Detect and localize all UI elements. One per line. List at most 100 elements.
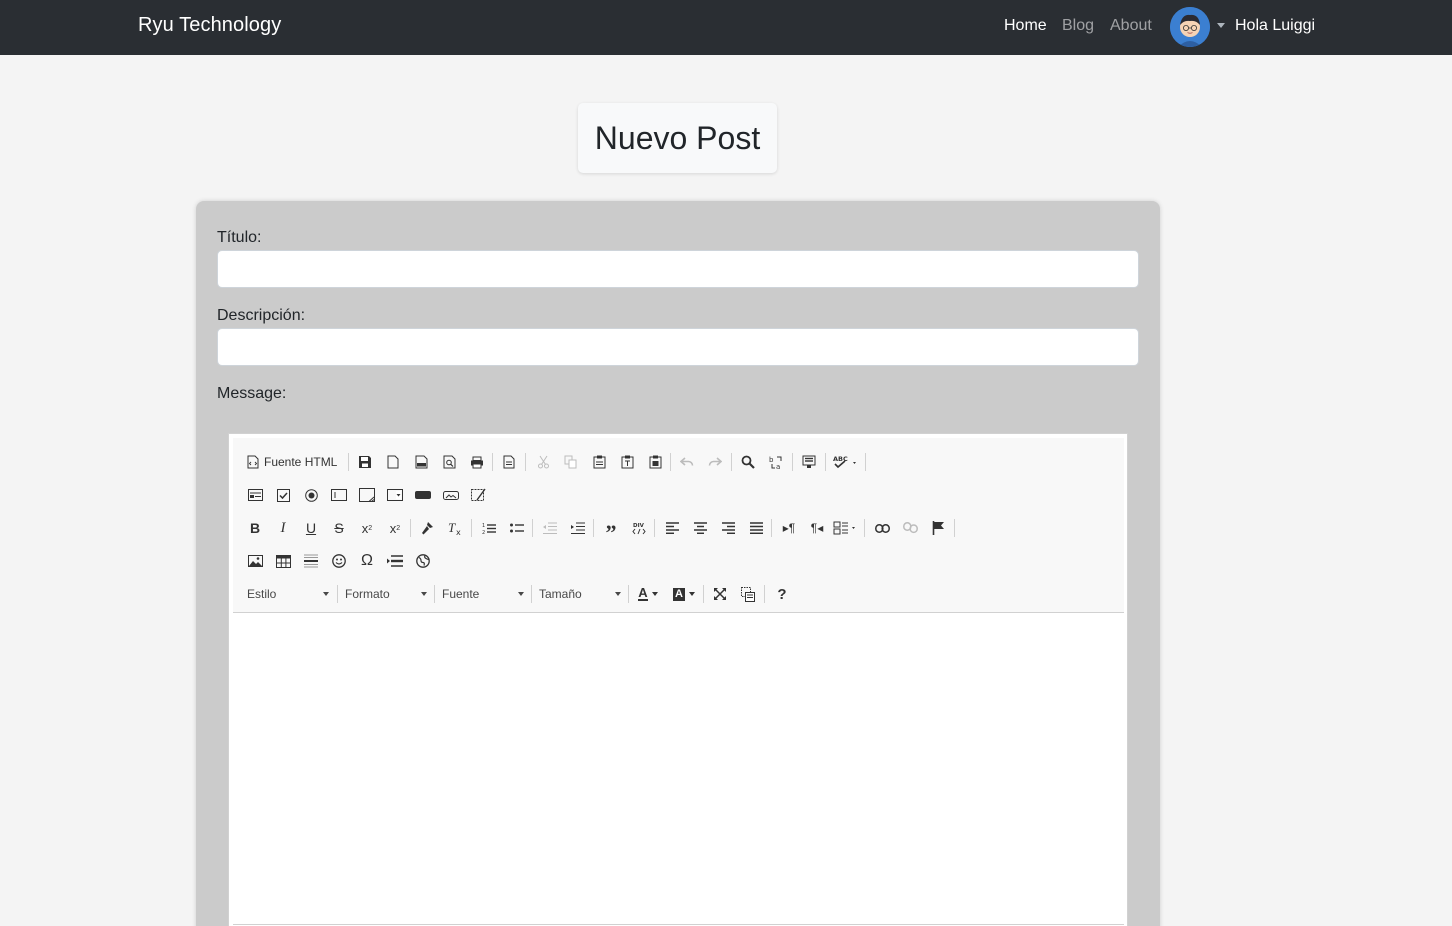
toolbar-separator (670, 453, 671, 471)
title-input[interactable] (217, 250, 1139, 288)
source-icon (247, 455, 259, 469)
description-input[interactable] (217, 328, 1139, 366)
format-combo[interactable]: Formato (345, 582, 431, 606)
brand-link[interactable]: Ryu Technology (138, 14, 281, 37)
form-icon[interactable] (243, 483, 267, 507)
remove-format-icon[interactable]: Tx (443, 516, 467, 540)
redo-icon[interactable] (703, 450, 727, 474)
button-field-icon[interactable] (411, 483, 435, 507)
toolbar-separator (525, 453, 526, 471)
toolbar-separator (954, 519, 955, 537)
radio-icon[interactable] (299, 483, 323, 507)
toolbar-separator (703, 585, 704, 603)
page-title-box: Nuevo Post (578, 103, 777, 173)
toolbar-separator (771, 519, 772, 537)
background-color-button[interactable]: A (669, 582, 699, 606)
underline-icon[interactable]: U (299, 516, 323, 540)
navbar: Ryu Technology Home Blog About Hola Luig… (0, 0, 1452, 55)
maximize-icon[interactable] (708, 582, 732, 606)
toolbar-separator (532, 519, 533, 537)
image-button-icon[interactable] (439, 483, 463, 507)
align-right-icon[interactable] (716, 516, 740, 540)
special-char-icon[interactable]: Ω (355, 549, 379, 573)
format-combo-label: Formato (345, 587, 390, 601)
numbered-list-icon[interactable]: 12 (477, 516, 501, 540)
toolbar-separator (825, 453, 826, 471)
subscript-icon[interactable]: x2 (355, 516, 379, 540)
link-icon[interactable] (870, 516, 894, 540)
paste-text-icon[interactable] (615, 450, 639, 474)
chevron-down-icon (651, 592, 658, 596)
svg-text:2: 2 (482, 530, 485, 535)
new-page-icon[interactable] (381, 450, 405, 474)
textarea-icon[interactable] (355, 483, 379, 507)
blockquote-icon[interactable]: ” (599, 516, 623, 543)
print-icon[interactable] (465, 450, 489, 474)
text-field-icon[interactable] (327, 483, 351, 507)
select-field-icon[interactable] (383, 483, 407, 507)
iframe-globe-icon[interactable] (411, 549, 435, 573)
paste-icon[interactable] (587, 450, 611, 474)
cut-icon[interactable] (531, 450, 555, 474)
language-icon[interactable] (831, 516, 861, 540)
bulleted-list-icon[interactable] (505, 516, 529, 540)
bold-icon[interactable]: B (243, 516, 267, 540)
undo-icon[interactable] (675, 450, 699, 474)
chevron-down-icon (421, 592, 427, 596)
user-menu-label[interactable]: Hola Luiggi (1235, 17, 1315, 35)
templates-icon[interactable] (497, 450, 521, 474)
avatar[interactable] (1170, 7, 1210, 47)
nav-link-blog[interactable]: Blog (1062, 17, 1094, 35)
paste-word-icon[interactable] (643, 450, 667, 474)
size-combo[interactable]: Tamaño (539, 582, 625, 606)
nav-link-about[interactable]: About (1110, 17, 1152, 35)
align-center-icon[interactable] (688, 516, 712, 540)
user-dropdown-caret-icon[interactable] (1217, 23, 1225, 28)
text-direction-rtl-icon[interactable]: ¶◂ (805, 516, 829, 540)
decrease-indent-icon[interactable] (538, 516, 562, 540)
strikethrough-icon[interactable]: S (327, 516, 351, 540)
source-html-label: Fuente HTML (264, 455, 338, 469)
align-left-icon[interactable] (660, 516, 684, 540)
copy-format-icon[interactable] (415, 516, 439, 540)
select-all-icon[interactable] (797, 450, 821, 474)
hidden-field-icon[interactable] (467, 483, 491, 507)
anchor-flag-icon[interactable] (926, 516, 950, 540)
export-pdf-icon[interactable] (409, 450, 433, 474)
editor-content-area[interactable] (233, 614, 1124, 924)
replace-icon[interactable]: ba (764, 450, 788, 474)
smiley-icon[interactable] (327, 549, 351, 573)
toolbar-separator (348, 453, 349, 471)
page-break-icon[interactable] (383, 549, 407, 573)
toolbar-separator (865, 453, 866, 471)
find-icon[interactable] (736, 450, 760, 474)
preview-icon[interactable] (437, 450, 461, 474)
table-icon[interactable] (271, 549, 295, 573)
size-combo-label: Tamaño (539, 587, 582, 601)
spellcheck-icon[interactable]: ABC (831, 450, 861, 474)
font-combo-label: Fuente (442, 587, 480, 601)
toolbar-separator (410, 519, 411, 537)
create-div-icon[interactable]: DIV (627, 516, 651, 540)
checkbox-icon[interactable] (271, 483, 295, 507)
text-color-button[interactable]: A (633, 582, 663, 606)
toolbar-separator (593, 519, 594, 537)
show-blocks-icon[interactable] (736, 582, 760, 606)
copy-icon[interactable] (558, 450, 582, 474)
style-combo[interactable]: Estilo (247, 582, 333, 606)
unlink-icon[interactable] (898, 516, 922, 540)
font-combo[interactable]: Fuente (442, 582, 528, 606)
superscript-icon[interactable]: x2 (383, 516, 407, 540)
image-icon[interactable] (243, 549, 267, 573)
italic-icon[interactable]: I (271, 516, 295, 540)
horizontal-rule-icon[interactable] (299, 549, 323, 573)
style-combo-label: Estilo (247, 587, 277, 601)
increase-indent-icon[interactable] (566, 516, 590, 540)
help-icon[interactable]: ? (770, 582, 794, 606)
text-direction-ltr-icon[interactable]: ▸¶ (777, 516, 801, 540)
justify-icon[interactable] (744, 516, 768, 540)
nav-link-home[interactable]: Home (1004, 17, 1047, 35)
source-html-button[interactable]: Fuente HTML (247, 450, 337, 474)
toolbar-separator (434, 585, 435, 603)
save-icon[interactable] (353, 450, 377, 474)
